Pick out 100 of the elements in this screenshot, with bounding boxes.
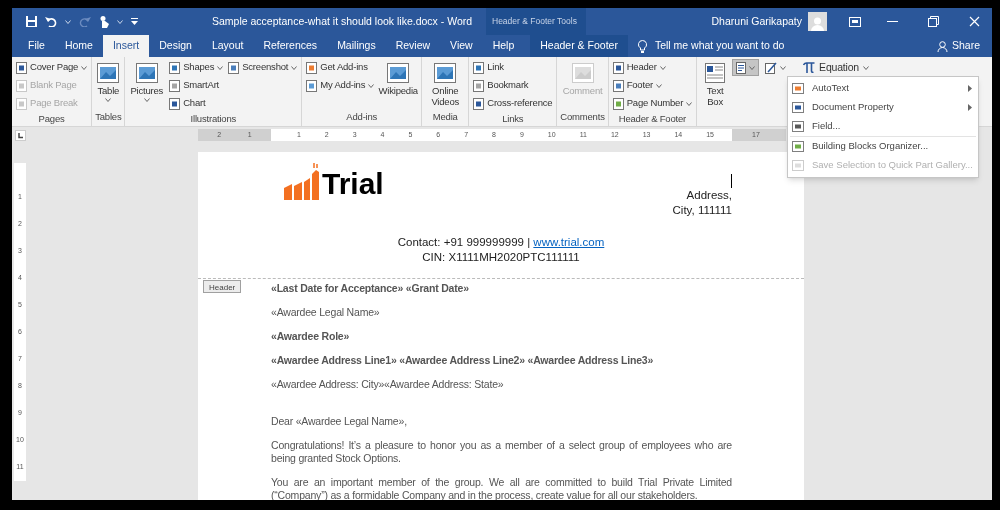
group-label: Media [432, 109, 458, 124]
document-icon [16, 97, 27, 110]
document-icon [169, 97, 181, 110]
submenu-arrow-icon [968, 104, 972, 111]
ribbon-button[interactable]: Cross-reference [472, 95, 554, 112]
share-button[interactable]: Share [936, 35, 980, 57]
person-icon [936, 40, 948, 52]
document-icon [228, 61, 240, 74]
header-tag: Header [203, 280, 242, 293]
menu-item[interactable]: Building Blocks Organizer... [788, 137, 978, 156]
ribbon-button[interactable]: Screenshot [227, 59, 299, 76]
caret-icon [780, 65, 787, 70]
logo-text: Trial [322, 168, 384, 200]
document-icon [612, 97, 624, 110]
document-icon [169, 79, 181, 92]
ribbon-button[interactable]: Footer [611, 77, 694, 94]
paragraph: «Last Date for Acceptance» «Grant Date» [271, 282, 470, 295]
ribbon-tab[interactable]: Review [385, 35, 441, 57]
pi-icon [803, 62, 816, 73]
person-silhouette-icon [810, 16, 825, 31]
window-title: Sample acceptance-what it should look like.docx - Word [212, 13, 474, 29]
ribbon-tab[interactable]: Help [482, 35, 525, 57]
caret-icon [655, 83, 662, 88]
group-label: Header & Footer [618, 112, 686, 126]
document-icon [612, 61, 624, 74]
group-label: Comments [560, 109, 605, 124]
website-link[interactable]: www.trial.com [533, 236, 605, 248]
document-icon [16, 61, 27, 74]
ribbon-tab[interactable]: Header & Footer [530, 35, 628, 57]
ribbon-tab[interactable]: Mailings [327, 35, 386, 57]
ribbon-tab[interactable]: References [253, 35, 328, 57]
paragraph: Congratulations! It’s a pleasure to honor you as a member of a select group of employees who are being granted Stock Options. [271, 439, 732, 465]
text-box-button[interactable]: Text Box [701, 59, 730, 107]
save-icon [26, 16, 37, 27]
ribbon-button[interactable]: My Add-ins [305, 77, 376, 94]
ribbon-button[interactable]: Wikipedia [378, 59, 419, 96]
ribbon-tab[interactable]: File [18, 35, 55, 57]
group-label: Pages [38, 112, 65, 126]
paragraph: «Awardee Address Line1» «Awardee Address Line2» «Awardee Address Line3» [271, 354, 655, 367]
cin-line: CIN: X1111MH2020PTC111111 [422, 250, 580, 265]
caret-icon [217, 65, 224, 70]
picture-frame-icon [571, 63, 594, 83]
menu-item[interactable]: Field... [788, 117, 978, 136]
ribbon-button[interactable]: Chart [168, 95, 225, 112]
document-icon [306, 79, 318, 92]
caret-icon [81, 65, 88, 70]
contact-line: Contact: +91 999999999 | www.trial.com [397, 235, 605, 250]
text-box-icon [705, 63, 726, 83]
address-line: City, 111111 [672, 203, 732, 218]
picture-frame-icon [434, 63, 457, 83]
ribbon-tab[interactable]: Home [54, 35, 103, 57]
document-icon [473, 79, 485, 92]
pen-icon [765, 61, 778, 74]
ribbon-button[interactable]: Get Add-ins [305, 59, 376, 76]
menu-item-icon [792, 83, 804, 94]
minimize-icon [887, 21, 898, 22]
ribbon-tab[interactable]: Layout [201, 35, 254, 57]
group-label: Add-ins [346, 109, 378, 124]
tell-me-field[interactable]: Tell me what you want to do [654, 38, 825, 54]
ribbon-button[interactable]: Cover Page [15, 59, 89, 76]
caret-icon [368, 83, 375, 88]
ribbon-button[interactable]: Bookmark [472, 77, 554, 94]
document-icon [169, 61, 181, 74]
equation-button[interactable]: Equation [800, 59, 872, 76]
ribbon-button[interactable]: SmartArt [168, 77, 225, 94]
group-label: Illustrations [190, 112, 237, 126]
ribbon-tab[interactable]: Design [149, 35, 202, 57]
caret-icon [686, 101, 693, 106]
paragraph: «Awardee Role» [271, 330, 351, 343]
caret-icon [749, 65, 756, 70]
caret-icon [862, 65, 869, 70]
redo-icon [79, 16, 91, 27]
menu-item[interactable]: Document Property [788, 98, 978, 117]
menu-item[interactable]: AutoText [788, 79, 978, 98]
caret-icon [65, 19, 71, 24]
ribbon-tab[interactable]: Insert [102, 35, 150, 57]
address-line: Address, [685, 188, 732, 203]
lightbulb-icon [637, 39, 647, 53]
document-icon [473, 97, 485, 110]
quick-parts-button[interactable] [732, 59, 760, 76]
touch-mode-icon [99, 15, 109, 28]
menu-item-icon [792, 141, 804, 152]
ribbon-button[interactable]: Online Videos [425, 59, 466, 107]
ribbon-button[interactable]: Link [472, 59, 554, 76]
ribbon-button[interactable]: Shapes [168, 59, 225, 76]
caret-icon [659, 65, 666, 70]
caret-icon [143, 98, 150, 102]
user-name: Dharuni Garikapaty [711, 13, 802, 29]
document-icon [612, 79, 624, 92]
menu-item-icon [792, 160, 804, 171]
close-icon [969, 16, 980, 27]
paragraph: «Awardee Legal Name» [271, 306, 381, 319]
ribbon-button[interactable]: Table [95, 59, 122, 102]
restore-icon [928, 16, 939, 27]
ribbon-tab[interactable]: View [440, 35, 483, 57]
ribbon-button[interactable]: Page Number [611, 95, 694, 112]
ribbon-button[interactable]: Header [611, 59, 694, 76]
ribbon-button[interactable]: Pictures [128, 59, 166, 102]
paragraph: «Awardee Address: City»«Awardee Address: State» [271, 378, 505, 391]
context-tab-label: Header & Footer Tools [486, 8, 586, 35]
